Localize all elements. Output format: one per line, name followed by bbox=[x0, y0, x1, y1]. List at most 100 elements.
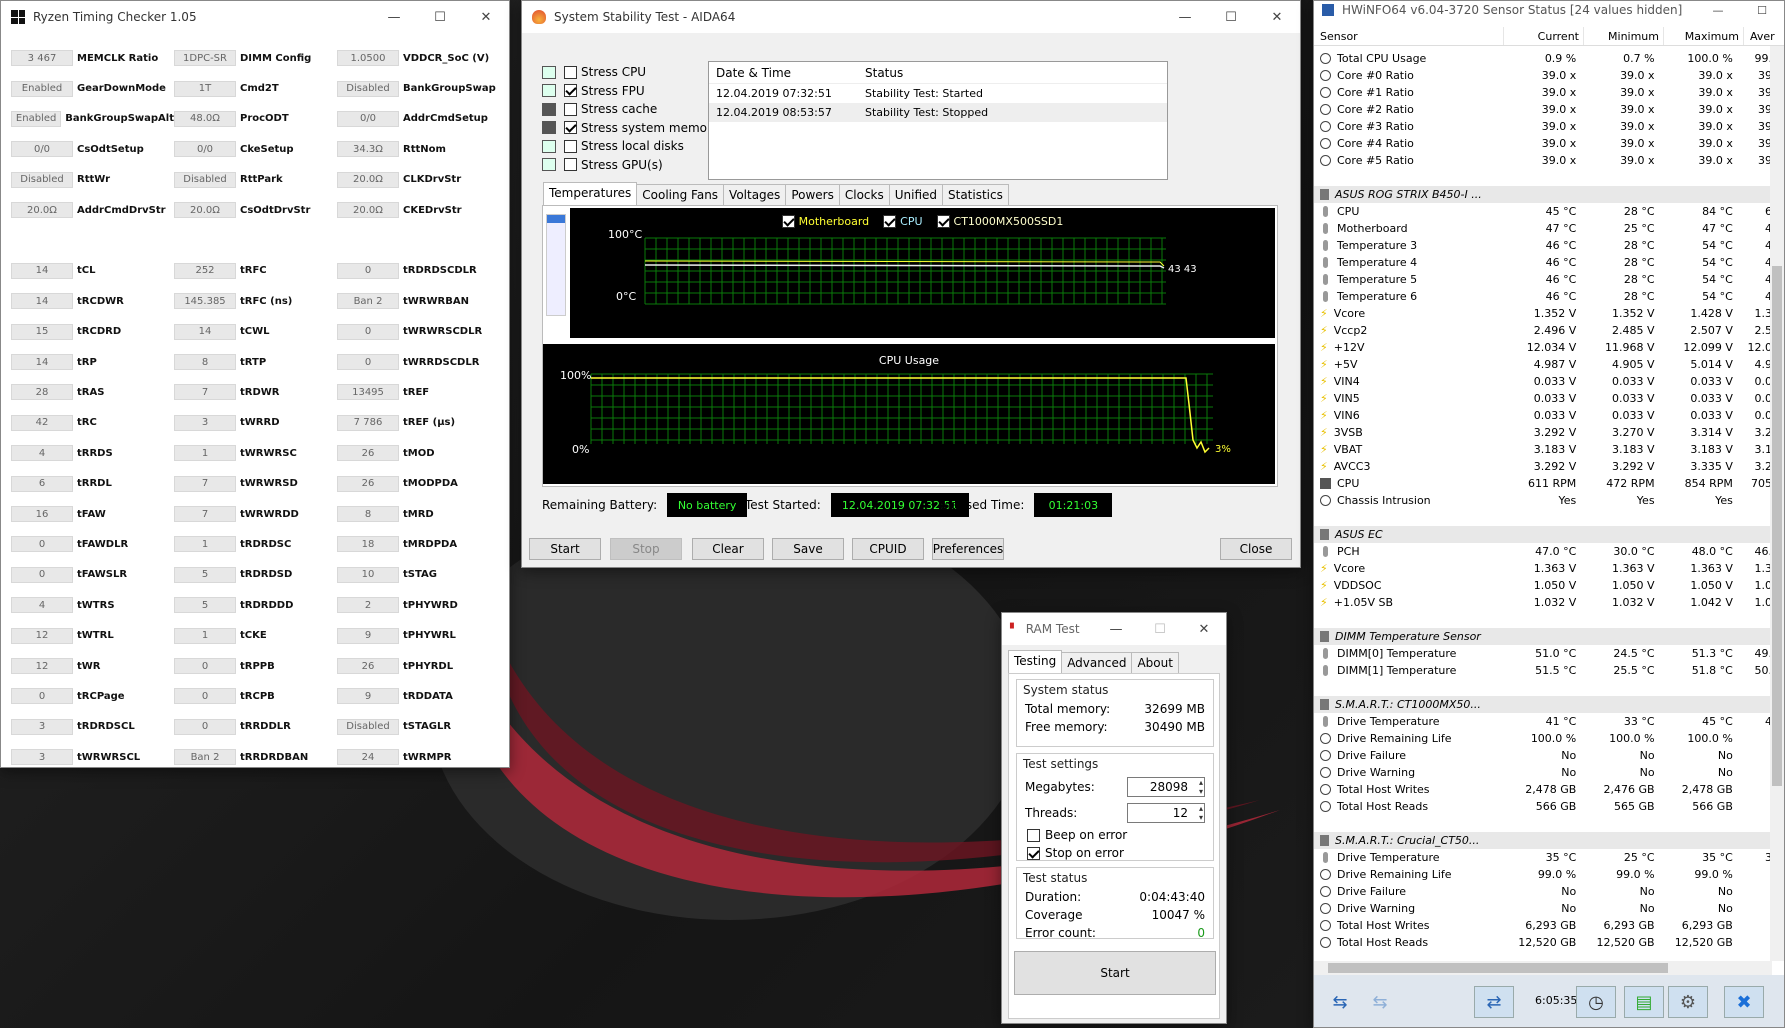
tab-advanced[interactable]: Advanced bbox=[1061, 652, 1133, 673]
event-log[interactable]: Date & Time Status 12.04.2019 07:32:51 S… bbox=[708, 61, 1168, 180]
hw-titlebar[interactable]: HWiNFO64 v6.04-3720 Sensor Status [24 va… bbox=[1314, 1, 1784, 19]
hwinfo-sensor-window[interactable]: HWiNFO64 v6.04-3720 Sensor Status [24 va… bbox=[1313, 0, 1785, 1028]
sensor-group-header[interactable]: ASUS EC bbox=[1314, 526, 1774, 543]
tab-temperatures[interactable]: Temperatures bbox=[543, 182, 638, 205]
sensor-row[interactable]: Temperature 4 46 °C 28 °C 54 °C 4 bbox=[1314, 254, 1774, 271]
clear-button[interactable]: Clear bbox=[692, 538, 764, 560]
col-current[interactable]: Current bbox=[1504, 27, 1584, 45]
sensor-row[interactable]: ⚡ 3VSB 3.292 V 3.270 V 3.314 V 3.2 bbox=[1314, 424, 1774, 441]
sensor-group-header[interactable]: DIMM Temperature Sensor bbox=[1314, 628, 1774, 645]
sensor-row[interactable]: Temperature 6 46 °C 28 °C 54 °C 4 bbox=[1314, 288, 1774, 305]
network-icon[interactable]: ⇄ bbox=[1474, 986, 1514, 1018]
sensor-row[interactable]: Core #5 Ratio 39.0 x 39.0 x 39.0 x 39 bbox=[1314, 152, 1774, 169]
tab-unified[interactable]: Unified bbox=[888, 184, 943, 205]
sensor-columns-header[interactable]: Sensor Current Minimum Maximum Aver bbox=[1314, 27, 1784, 46]
sensor-row[interactable]: Temperature 3 46 °C 28 °C 54 °C 4 bbox=[1314, 237, 1774, 254]
sensor-row[interactable]: ⚡ VIN6 0.033 V 0.033 V 0.033 V 0.0 bbox=[1314, 407, 1774, 424]
add-report-icon[interactable]: ▤ bbox=[1624, 986, 1664, 1018]
stress-option[interactable]: Stress FPU bbox=[542, 82, 645, 100]
sensor-row[interactable]: Core #2 Ratio 39.0 x 39.0 x 39.0 x 39 bbox=[1314, 101, 1774, 118]
sensor-row[interactable]: Total Host Writes 2,478 GB 2,476 GB 2,478 G… bbox=[1314, 781, 1774, 798]
sensor-row[interactable]: Motherboard 47 °C 25 °C 47 °C 4 bbox=[1314, 220, 1774, 237]
nav-arrows-alt-icon[interactable]: ⇆ bbox=[1360, 986, 1400, 1018]
sensor-row[interactable]: ⚡ +1.05V SB 1.032 V 1.032 V 1.042 V 1.0 bbox=[1314, 594, 1774, 611]
stress-checkbox[interactable] bbox=[564, 139, 577, 153]
sensor-row[interactable]: Drive Failure No No No bbox=[1314, 747, 1774, 764]
stress-checkbox[interactable] bbox=[564, 65, 577, 79]
close-button[interactable]: Close bbox=[1220, 538, 1292, 560]
log-row[interactable]: 12.04.2019 08:53:57 Stability Test: Stop… bbox=[709, 103, 1167, 122]
sensor-group-header[interactable]: S.M.A.R.T.: Crucial_CT50... bbox=[1314, 832, 1774, 849]
sensor-row[interactable]: ⚡ +12V 12.034 V 11.968 V 12.099 V 12.0 bbox=[1314, 339, 1774, 356]
sensor-row[interactable]: Core #1 Ratio 39.0 x 39.0 x 39.0 x 39 bbox=[1314, 84, 1774, 101]
stress-checkbox[interactable] bbox=[564, 121, 577, 134]
megabytes-input[interactable]: 28098 bbox=[1127, 777, 1205, 797]
tab-testing[interactable]: Testing bbox=[1008, 650, 1063, 673]
stop-button[interactable]: Stop bbox=[610, 538, 682, 560]
sensor-row[interactable]: ⚡ +5V 4.987 V 4.905 V 5.014 V 4.9 bbox=[1314, 356, 1774, 373]
preferences-button[interactable]: Preferences bbox=[932, 538, 1004, 560]
tab-statistics[interactable]: Statistics bbox=[942, 184, 1009, 205]
close-icon[interactable]: ✕ bbox=[1182, 613, 1226, 645]
sensor-row[interactable]: Chassis Intrusion Yes Yes Yes bbox=[1314, 492, 1774, 509]
maximize-icon[interactable]: ☐ bbox=[1208, 1, 1254, 33]
stress-option[interactable]: Stress CPU bbox=[542, 63, 646, 81]
sensor-row[interactable]: CPU 611 RPM 472 RPM 854 RPM 705 bbox=[1314, 475, 1774, 492]
sensor-group-header[interactable]: ASUS ROG STRIX B450-I ... bbox=[1314, 186, 1774, 203]
sensor-row[interactable]: ⚡ Vcore 1.352 V 1.352 V 1.428 V 1.3 bbox=[1314, 305, 1774, 322]
sensor-row[interactable]: Drive Warning No No No bbox=[1314, 900, 1774, 917]
col-sensor[interactable]: Sensor bbox=[1314, 27, 1504, 45]
stress-option[interactable]: Stress local disks bbox=[542, 137, 684, 155]
col-average[interactable]: Aver bbox=[1744, 27, 1784, 45]
sensor-row[interactable]: Total Host Writes 6,293 GB 6,293 GB 6,293 G… bbox=[1314, 917, 1774, 934]
stress-checkbox[interactable] bbox=[564, 158, 577, 171]
sensor-row[interactable]: ⚡ Vcore 1.363 V 1.363 V 1.363 V 1.3 bbox=[1314, 560, 1774, 577]
close-icon[interactable]: ✕ bbox=[463, 1, 509, 33]
tab-voltages[interactable]: Voltages bbox=[723, 184, 787, 205]
sensor-row[interactable]: Total CPU Usage 0.9 % 0.7 % 100.0 % 99. bbox=[1314, 50, 1774, 67]
rtc-titlebar[interactable]: Ryzen Timing Checker 1.05 — ☐ ✕ bbox=[1, 1, 509, 33]
vertical-scrollbar[interactable] bbox=[1770, 46, 1784, 961]
sensor-group-header[interactable]: S.M.A.R.T.: CT1000MX50... bbox=[1314, 696, 1774, 713]
close-x-icon[interactable]: ✖ bbox=[1724, 986, 1764, 1018]
nav-arrows-icon[interactable]: ⇆ bbox=[1320, 986, 1360, 1018]
sensor-row[interactable]: ⚡ VDDSOC 1.050 V 1.050 V 1.050 V 1.0 bbox=[1314, 577, 1774, 594]
aida64-stability-test-window[interactable]: System Stability Test - AIDA64 — ☐ ✕ Str… bbox=[521, 0, 1301, 568]
sensor-row[interactable]: PCH 47.0 °C 30.0 °C 48.0 °C 46. bbox=[1314, 543, 1774, 560]
stress-checkbox[interactable] bbox=[564, 84, 577, 97]
horizontal-scrollbar[interactable] bbox=[1314, 961, 1772, 975]
minimize-icon[interactable]: — bbox=[1696, 1, 1740, 19]
stress-option[interactable]: Stress GPU(s) bbox=[542, 156, 663, 174]
sensor-row[interactable]: ⚡ VBAT 3.183 V 3.183 V 3.183 V 3.1 bbox=[1314, 441, 1774, 458]
ram-test-window[interactable]: ▘ RAM Test — ☐ ✕ Testing Advanced About … bbox=[1001, 612, 1227, 1024]
ram-titlebar[interactable]: ▘ RAM Test — ☐ ✕ bbox=[1002, 613, 1226, 645]
sensor-row[interactable]: Core #4 Ratio 39.0 x 39.0 x 39.0 x 39 bbox=[1314, 135, 1774, 152]
sensor-row[interactable]: ⚡ VIN5 0.033 V 0.033 V 0.033 V 0.0 bbox=[1314, 390, 1774, 407]
minimize-icon[interactable]: — bbox=[1094, 613, 1138, 645]
col-minimum[interactable]: Minimum bbox=[1584, 27, 1664, 45]
tab-cooling-fans[interactable]: Cooling Fans bbox=[636, 184, 725, 205]
col-maximum[interactable]: Maximum bbox=[1664, 27, 1744, 45]
sensor-row[interactable]: Drive Warning No No No bbox=[1314, 764, 1774, 781]
ram-start-button[interactable]: Start bbox=[1014, 951, 1216, 995]
stress-checkbox[interactable] bbox=[564, 102, 577, 116]
sensor-row[interactable]: Total Host Reads 566 GB 565 GB 566 GB bbox=[1314, 798, 1774, 815]
minimize-icon[interactable]: — bbox=[371, 1, 417, 33]
sensor-row[interactable]: DIMM[0] Temperature 51.0 °C 24.5 °C 51.3 °C… bbox=[1314, 645, 1774, 662]
sensor-row[interactable]: ⚡ Vccp2 2.496 V 2.485 V 2.507 V 2.5 bbox=[1314, 322, 1774, 339]
start-button[interactable]: Start bbox=[529, 538, 601, 560]
sensor-row[interactable]: Temperature 5 46 °C 28 °C 54 °C 4 bbox=[1314, 271, 1774, 288]
save-button[interactable]: Save bbox=[772, 538, 844, 560]
beep-on-error-checkbox[interactable]: Beep on error bbox=[1017, 826, 1213, 844]
sensor-row[interactable]: Drive Remaining Life 99.0 % 99.0 % 99.0 % bbox=[1314, 866, 1774, 883]
sensor-row[interactable]: Drive Failure No No No bbox=[1314, 883, 1774, 900]
maximize-icon[interactable]: ☐ bbox=[417, 1, 463, 33]
tab-clocks[interactable]: Clocks bbox=[838, 184, 890, 205]
stress-option[interactable]: Stress cache bbox=[542, 100, 657, 118]
sensor-row[interactable]: Drive Temperature 41 °C 33 °C 45 °C 4 bbox=[1314, 713, 1774, 730]
stress-option[interactable]: Stress system memory bbox=[542, 119, 719, 137]
legend-motherboard[interactable]: Motherboard bbox=[781, 215, 869, 228]
sensor-row[interactable]: Drive Temperature 35 °C 25 °C 35 °C 3 bbox=[1314, 849, 1774, 866]
sensor-row[interactable]: ⚡ AVCC3 3.292 V 3.292 V 3.335 V 3.2 bbox=[1314, 458, 1774, 475]
legend-cpu[interactable]: CPU bbox=[883, 215, 923, 228]
